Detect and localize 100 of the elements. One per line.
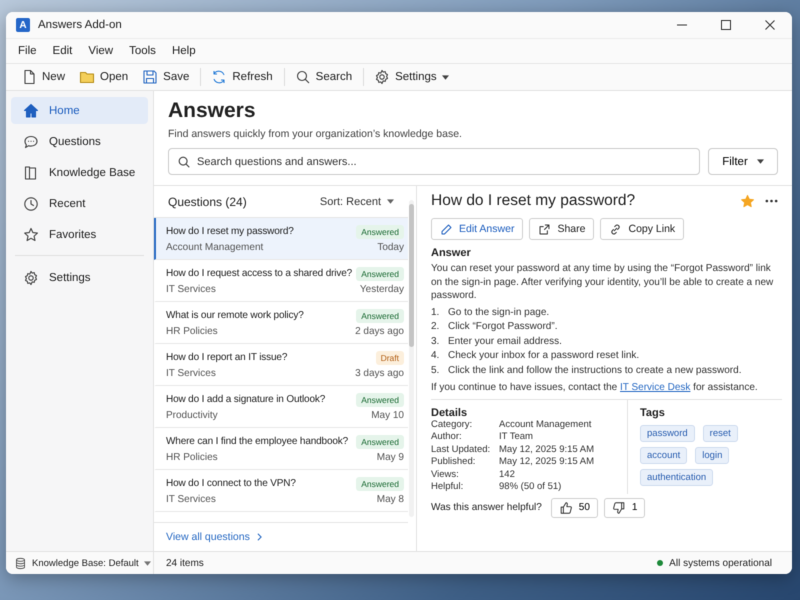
question-category: IT Services [166,284,216,295]
thumbs-up-button[interactable]: 50 [550,498,598,518]
question-date: May 8 [376,494,404,505]
action-button[interactable]: Edit Answer [431,218,524,240]
question-date: May 9 [376,452,404,463]
toolbar-button[interactable]: Open [74,67,134,87]
question-row[interactable]: How do I add a signature in Outlook? Answered Productivity May 10 [154,386,408,428]
step-number: 4. [431,349,440,363]
status-badge: Answered [356,308,404,322]
knowledge-base-selector[interactable]: Knowledge Base: Default [6,552,154,574]
step-text: Go to the sign-in page. [448,306,550,320]
sidebar-item[interactable]: Settings [11,264,148,291]
question-title: How do I request access to a shared drive? [166,268,352,279]
question-date: May 10 [371,410,404,421]
feedback-question: Was this answer helpful? [431,502,542,513]
system-status: All systems operational [669,558,772,568]
step-number: 5. [431,364,440,378]
sidebar-item[interactable]: Recent [11,190,148,217]
toolbar-button[interactable]: Settings [369,67,454,87]
search-field[interactable]: Search questions and answers... [168,148,700,175]
thumbs-down-button[interactable]: 1 [604,498,646,518]
sidebar-item[interactable]: Favorites [11,221,148,248]
question-date: Yesterday [360,284,404,295]
detail-value: May 12, 2025 9:15 AM [499,456,594,468]
star-icon[interactable] [740,194,755,208]
detail-value: May 12, 2025 9:15 AM [499,444,594,456]
question-category: HR Policies [166,326,218,337]
menu-item[interactable]: Edit [46,43,78,59]
toolbar-button[interactable]: Search [290,67,358,87]
tag-chip[interactable]: login [695,446,730,464]
question-title: How do I connect to the VPN? [166,478,296,489]
menu-item[interactable]: View [82,43,120,59]
step-number: 1. [431,306,440,320]
question-category: IT Services [166,368,216,379]
status-badge: Answered [356,224,404,238]
step-text: Click the link and follow the instructions to create a new password. [448,364,742,378]
detail-label: Helpful: [431,481,464,494]
detail-label: Views: [431,468,460,481]
question-category: HR Policies [166,452,218,463]
pencil-icon [440,222,453,236]
detail-label: Author: [431,431,463,444]
view-all-link[interactable]: View all questions [166,531,262,543]
settings-icon [23,270,39,286]
scrollbar-thumb[interactable] [409,204,414,347]
service-desk-link[interactable]: IT Service Desk [620,382,690,393]
clock-icon [23,196,39,212]
question-row[interactable]: What is our remote work policy? Answered HR Policies 2 days ago [154,302,408,344]
detail-value: IT Team [499,431,533,444]
more-options-icon[interactable] [765,199,778,203]
detail-value: Account Management [499,418,592,431]
tag-chip[interactable]: authentication [640,468,714,486]
action-button[interactable]: Share [529,218,594,240]
question-title: How do I report an IT issue? [166,352,288,363]
search-icon [177,155,191,169]
toolbar-button[interactable]: New [16,67,70,87]
sidebar-item[interactable]: Questions [11,128,148,155]
toolbar-button[interactable]: Refresh [206,67,278,87]
book-icon [23,164,39,180]
window-title: Answers Add-on [38,19,122,31]
caret-icon [387,199,394,204]
home-icon [23,102,39,118]
status-badge: Draft [376,350,404,364]
detail-value: 98% (50 of 51) [499,481,562,494]
item-count: 24 items [166,558,204,568]
question-row[interactable]: How do I reset my password? Answered Account Management Today [154,218,408,260]
sort-dropdown[interactable]: Sort: Recent [320,196,394,208]
menu-item[interactable]: File [12,43,43,59]
question-row[interactable]: How do I request access to a shared drive? Answered IT Services Yesterday [154,260,408,302]
question-date: Today [377,242,404,253]
question-row[interactable]: How do I connect to the VPN? Answered IT Services May 8 [154,470,408,512]
maximize-icon [720,19,732,31]
list-title: Questions (24) [168,194,247,208]
status-badge: Answered [356,476,404,490]
search-icon [294,69,311,85]
star-icon [23,226,39,242]
link-icon [609,222,622,236]
toolbar-button[interactable]: Save [137,67,194,87]
closing-text: If you continue to have issues, contact the IT Service Desk for assistance. [431,381,782,400]
details-heading: Details [431,406,468,418]
tag-chip[interactable]: password [640,424,695,442]
database-icon [14,556,27,570]
close-icon [764,19,776,31]
sidebar-item[interactable]: Knowledge Base [11,159,148,186]
answer-heading: Answer [431,247,472,259]
menu-item[interactable]: Tools [123,43,162,59]
tag-chip[interactable]: reset [702,424,738,442]
sidebar-item[interactable]: Home [11,97,148,124]
step-text: Click “Forgot Password”. [448,320,558,334]
step-text: Enter your email address. [448,334,562,348]
tag-chip[interactable]: account [640,446,688,464]
step-number: 3. [431,334,440,348]
filter-button[interactable]: Filter [708,148,778,175]
menu-item[interactable]: Help [166,43,202,59]
folder-icon [79,69,96,85]
action-button[interactable]: Copy Link [600,218,684,240]
question-row[interactable]: How do I report an IT issue? Draft IT Services 3 days ago [154,344,408,386]
refresh-icon [211,69,228,85]
scrollbar[interactable] [409,200,414,517]
chevron-icon [256,533,262,541]
question-row[interactable]: Where can I find the employee handbook? Answered HR Policies May 9 [154,428,408,470]
